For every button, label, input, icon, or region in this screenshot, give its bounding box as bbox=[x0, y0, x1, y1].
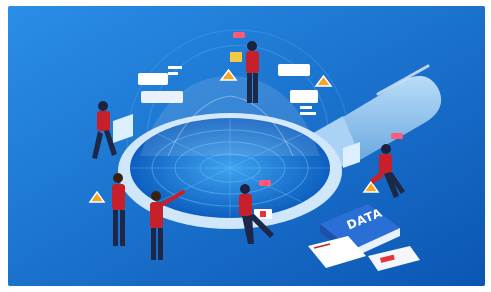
illustration-scene: DATA bbox=[8, 6, 485, 286]
